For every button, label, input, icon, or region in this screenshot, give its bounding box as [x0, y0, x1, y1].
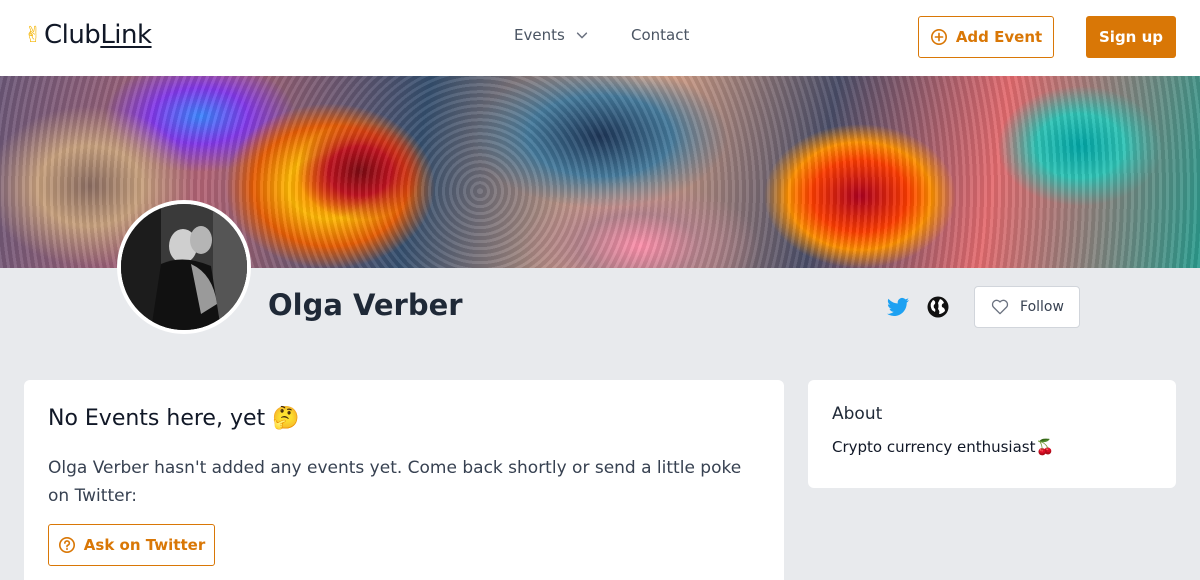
events-empty-heading: No Events here, yet 🤔 — [48, 406, 300, 431]
question-circle-icon — [58, 536, 75, 554]
events-empty-message: Olga Verber hasn't added any events yet.… — [48, 458, 742, 506]
twitter-icon[interactable] — [886, 295, 910, 319]
logo-text-club: Club — [43, 20, 101, 50]
profile-avatar — [117, 200, 251, 334]
globe-icon[interactable] — [926, 295, 950, 319]
about-card: About Crypto currency enthusiast🍒 — [808, 380, 1176, 488]
chevron-down-icon — [576, 32, 587, 39]
events-card: No Events here, yet 🤔 Olga Verber hasn't… — [24, 380, 784, 580]
avatar-photo — [121, 204, 247, 330]
clublink-logo[interactable]: ✌ Club Link — [24, 20, 152, 50]
follow-button[interactable]: Follow — [974, 286, 1080, 328]
ask-on-twitter-label: Ask on Twitter — [83, 536, 206, 554]
add-event-label: Add Event — [955, 28, 1043, 46]
logo-text-link: Link — [100, 20, 152, 50]
add-event-button[interactable]: Add Event — [918, 16, 1054, 58]
nav-events-label: Events — [514, 26, 565, 44]
nav-events-dropdown[interactable]: Events — [514, 26, 589, 44]
follow-label: Follow — [1020, 299, 1064, 315]
profile-name: Olga Verber — [268, 288, 463, 322]
about-heading: About — [832, 404, 883, 424]
nav-contact-link[interactable]: Contact — [631, 26, 689, 44]
heart-outline-icon — [991, 299, 1009, 315]
sign-up-button[interactable]: Sign up — [1086, 16, 1176, 58]
ask-on-twitter-button[interactable]: Ask on Twitter — [48, 524, 215, 566]
about-text: Crypto currency enthusiast🍒 — [832, 438, 1055, 456]
top-header: ✌ Club Link Events Contact Add Event Sign… — [0, 0, 1200, 76]
plus-circle-icon — [930, 28, 947, 46]
victory-hand-icon: ✌ — [24, 22, 42, 48]
